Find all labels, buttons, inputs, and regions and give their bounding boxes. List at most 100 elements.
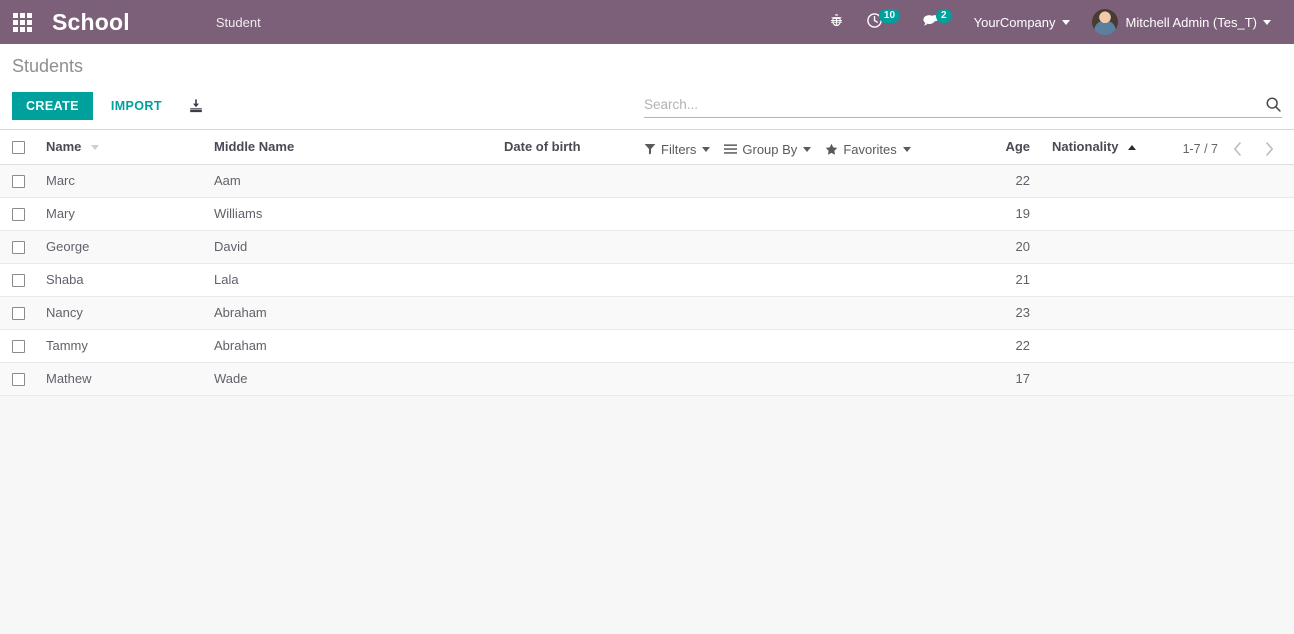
row-select-cell <box>0 197 38 230</box>
table-row[interactable]: Mary Williams 19 <box>0 197 1294 230</box>
cell-middle-name: Abraham <box>206 296 496 329</box>
cell-name: Tammy <box>38 329 206 362</box>
avatar <box>1092 9 1118 35</box>
debug-menu-button[interactable] <box>818 0 855 44</box>
cell-nationality <box>1044 329 1294 362</box>
table-row[interactable]: Tammy Abraham 22 <box>0 329 1294 362</box>
cell-middle-name: David <box>206 230 496 263</box>
empty-space-below-table <box>0 396 1294 634</box>
table-row[interactable]: George David 20 <box>0 230 1294 263</box>
cell-name: Shaba <box>38 263 206 296</box>
cell-name: Marc <box>38 164 206 197</box>
table-row[interactable]: Shaba Lala 21 <box>0 263 1294 296</box>
hamburger-lines-icon <box>724 143 737 155</box>
grid-apps-icon <box>13 13 32 32</box>
cell-nationality <box>1044 164 1294 197</box>
messages-counter: 2 <box>936 9 952 23</box>
cell-middle-name: Lala <box>206 263 496 296</box>
user-name: Mitchell Admin (Tes_T) <box>1126 15 1257 30</box>
cell-nationality <box>1044 263 1294 296</box>
breadcrumb-row: Students <box>12 44 1282 86</box>
row-checkbox[interactable] <box>12 373 25 386</box>
control-panel: Students CREATE IMPORT <box>0 44 1294 130</box>
cell-age: 22 <box>934 164 1044 197</box>
group-by-label: Group By <box>742 142 797 157</box>
table-row[interactable]: Nancy Abraham 23 <box>0 296 1294 329</box>
row-checkbox[interactable] <box>12 274 25 287</box>
row-select-cell <box>0 329 38 362</box>
cell-name: George <box>38 230 206 263</box>
star-icon <box>825 143 838 156</box>
column-header-name[interactable]: Name <box>38 130 206 164</box>
table-body: Marc Aam 22 Mary Williams 19 George <box>0 164 1294 395</box>
app-brand[interactable]: School <box>44 9 140 36</box>
create-button[interactable]: CREATE <box>12 92 93 120</box>
row-select-cell <box>0 296 38 329</box>
cell-date-of-birth <box>496 329 934 362</box>
filters-dropdown[interactable]: Filters <box>644 142 710 157</box>
navbar-right-section: 10 2 YourCompany Mitchell Admin (Tes_T) <box>818 0 1282 44</box>
cell-nationality <box>1044 230 1294 263</box>
cell-name: Nancy <box>38 296 206 329</box>
company-switcher[interactable]: YourCompany <box>963 0 1081 44</box>
activities-menu-button[interactable]: 10 <box>855 0 911 44</box>
cell-date-of-birth <box>496 362 934 395</box>
apps-menu-toggle[interactable] <box>0 0 44 44</box>
row-checkbox[interactable] <box>12 340 25 353</box>
students-table: Name Middle Name Date of birth Age Natio… <box>0 130 1294 396</box>
cell-name: Mary <box>38 197 206 230</box>
cell-date-of-birth <box>496 164 934 197</box>
row-checkbox[interactable] <box>12 307 25 320</box>
user-menu[interactable]: Mitchell Admin (Tes_T) <box>1081 0 1282 44</box>
menu-item-student[interactable]: Student <box>202 15 275 30</box>
row-checkbox[interactable] <box>12 175 25 188</box>
cell-date-of-birth <box>496 197 934 230</box>
download-import-icon[interactable] <box>188 98 204 114</box>
row-select-cell <box>0 362 38 395</box>
column-label-date-of-birth: Date of birth <box>504 139 581 154</box>
table-row[interactable]: Mathew Wade 17 <box>0 362 1294 395</box>
breadcrumb: Students <box>12 54 83 78</box>
select-all-checkbox[interactable] <box>12 141 25 154</box>
pager-previous-button[interactable] <box>1224 136 1250 162</box>
magnifier-icon[interactable] <box>1265 96 1282 113</box>
cell-nationality <box>1044 197 1294 230</box>
column-label-middle-name: Middle Name <box>214 139 294 154</box>
activities-counter: 10 <box>879 9 900 23</box>
row-checkbox[interactable] <box>12 241 25 254</box>
select-all-header <box>0 130 38 164</box>
search-view <box>644 96 1282 118</box>
content-area: Name Middle Name Date of birth Age Natio… <box>0 130 1294 634</box>
favorites-dropdown[interactable]: Favorites <box>825 142 910 157</box>
table-row[interactable]: Marc Aam 22 <box>0 164 1294 197</box>
pager: 1-7 / 7 <box>1183 136 1282 162</box>
chevron-down-icon <box>1263 20 1271 25</box>
group-by-dropdown[interactable]: Group By <box>724 142 811 157</box>
cell-age: 23 <box>934 296 1044 329</box>
pager-range: 1-7 / 7 <box>1183 142 1218 156</box>
row-select-cell <box>0 263 38 296</box>
import-button[interactable]: IMPORT <box>101 92 172 120</box>
search-line <box>644 96 1282 118</box>
search-input[interactable] <box>644 97 1265 112</box>
pager-next-button[interactable] <box>1256 136 1282 162</box>
column-header-middle-name[interactable]: Middle Name <box>206 130 496 164</box>
filters-label: Filters <box>661 142 696 157</box>
row-checkbox[interactable] <box>12 208 25 221</box>
messages-menu-button[interactable]: 2 <box>911 0 963 44</box>
cell-date-of-birth <box>496 230 934 263</box>
cell-age: 19 <box>934 197 1044 230</box>
row-select-cell <box>0 230 38 263</box>
chevron-down-icon <box>803 147 811 152</box>
cell-age: 21 <box>934 263 1044 296</box>
row-select-cell <box>0 164 38 197</box>
list-view-container: Name Middle Name Date of birth Age Natio… <box>0 130 1294 396</box>
chevron-down-icon <box>903 147 911 152</box>
cell-nationality <box>1044 296 1294 329</box>
sort-desc-icon <box>91 145 99 150</box>
column-label-name: Name <box>46 139 81 154</box>
funnel-icon <box>644 143 656 155</box>
cell-age: 17 <box>934 362 1044 395</box>
chevron-down-icon <box>702 147 710 152</box>
favorites-label: Favorites <box>843 142 896 157</box>
